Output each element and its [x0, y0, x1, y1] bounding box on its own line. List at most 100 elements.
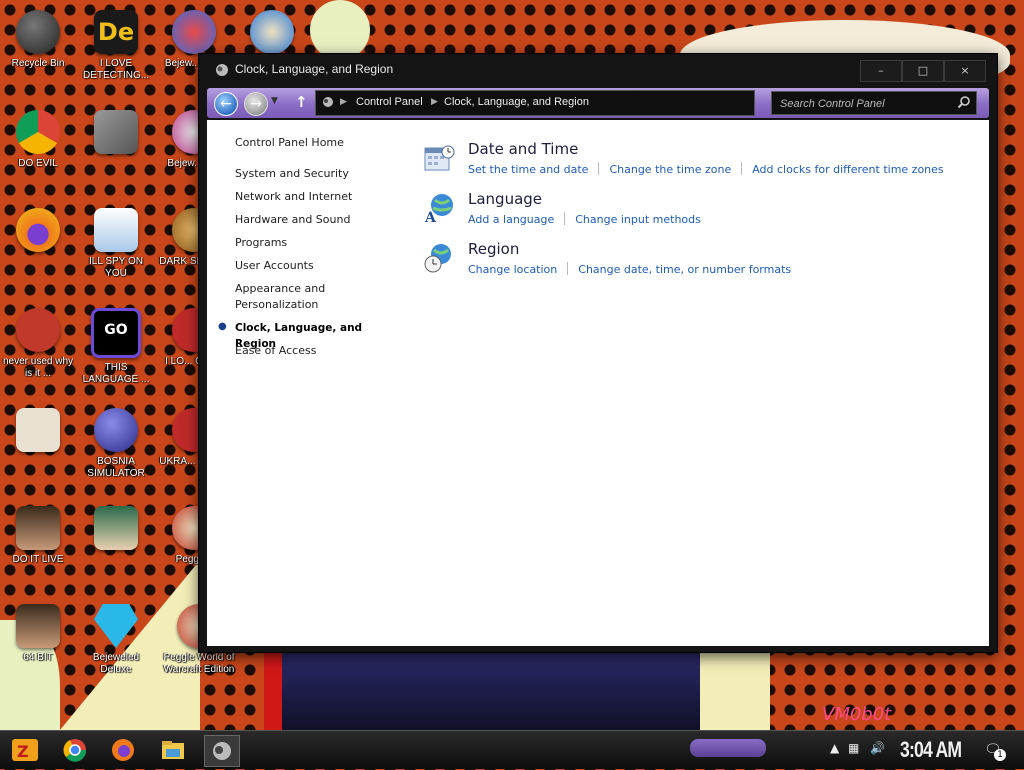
minimize-button[interactable]: –	[860, 60, 902, 82]
search-icon[interactable]	[957, 95, 971, 109]
diamond-icon	[94, 604, 138, 648]
link-change-input-methods[interactable]: Change input methods	[575, 213, 701, 226]
volume-icon[interactable]: 🔊	[870, 741, 885, 755]
close-button[interactable]: ×	[944, 60, 986, 82]
arrow-left-icon: ←	[220, 96, 232, 112]
taskbar-clock[interactable]: 3:04 AM	[900, 737, 962, 763]
region-links: Change location Change date, time, or num…	[468, 262, 791, 276]
sidebar-item-ease-of-access[interactable]: Ease of Access	[235, 343, 395, 359]
desktop-icon-bosnia[interactable]: BOSNIA SIMULATOR	[80, 402, 152, 482]
globe-clock-icon	[424, 244, 451, 273]
peggle-p-icon	[250, 10, 294, 54]
desktop-icon-label: DO IT LIVE	[12, 554, 64, 565]
title-bar[interactable]: Clock, Language, and Region – □ ×	[199, 54, 997, 86]
control-panel-icon	[216, 64, 228, 76]
desktop-icon-spy[interactable]: ILL SPY ON YOU	[80, 202, 152, 282]
desktop-icon-bejeweled-deluxe[interactable]: Bejeweled Deluxe	[80, 598, 152, 678]
desktop-icon-label: 64 BIT	[23, 652, 53, 663]
desktop-icon-label: BOSNIA SIMULATOR	[87, 456, 145, 479]
chevron-right-icon[interactable]: ▶	[431, 96, 438, 107]
wallpaper-red-band	[264, 652, 282, 730]
chevron-right-icon[interactable]: ▶	[340, 96, 347, 107]
wallpaper-cartoon-character	[310, 0, 370, 60]
link-add-language[interactable]: Add a language	[468, 213, 554, 226]
link-set-time-and-date[interactable]: Set the time and date	[468, 163, 588, 176]
sidebar-control-panel-home[interactable]: Control Panel Home	[235, 136, 344, 149]
up-button[interactable]: ↑	[295, 93, 308, 111]
app-de-icon: De	[94, 10, 138, 54]
notification-count-badge: 1	[994, 749, 1006, 761]
address-bar[interactable]: ▶ Control Panel ▶ Clock, Language, and R…	[315, 90, 755, 116]
desktop-icon-label: THIS LANGUAGE ...	[82, 362, 150, 385]
search-input[interactable]	[778, 95, 952, 113]
content-area: Control Panel Home System and Security N…	[207, 120, 989, 646]
back-button[interactable]: ←	[214, 92, 238, 116]
recycle-bin-icon	[16, 10, 60, 54]
maximize-button[interactable]: □	[902, 60, 944, 82]
desktop-icon-elves[interactable]	[80, 500, 152, 580]
link-divider	[741, 162, 743, 175]
search-box[interactable]	[771, 91, 977, 115]
taskbar-firefox-icon[interactable]	[106, 735, 140, 765]
breadcrumb-control-panel[interactable]: Control Panel	[356, 96, 423, 108]
forward-button[interactable]: →	[244, 92, 268, 116]
desktop-icon-devcpp[interactable]: never used why is it ...	[2, 302, 74, 382]
link-divider	[598, 162, 600, 175]
current-page-bullet: ●	[218, 321, 227, 332]
spiked-ball-icon	[94, 408, 138, 452]
desktop-icon-detecting[interactable]: De I LOVE DETECTING...	[80, 4, 152, 84]
date-and-time-heading[interactable]: Date and Time	[468, 140, 578, 158]
taskbar-control-panel-button[interactable]	[204, 735, 240, 767]
sidebar-item-system-security[interactable]: System and Security	[235, 166, 395, 182]
desktop-icon-windows-stack[interactable]	[80, 104, 152, 184]
portrait-icon	[16, 604, 60, 648]
desktop-icon-do-it-live[interactable]: DO IT LIVE	[2, 500, 74, 580]
desktop-icon-hxd[interactable]	[2, 402, 74, 482]
desktop-icon-label: I LOVE DETECTING...	[82, 58, 150, 81]
remote-desktop-icon	[94, 208, 138, 252]
link-change-location[interactable]: Change location	[468, 263, 557, 276]
region-heading[interactable]: Region	[468, 240, 519, 258]
portrait-icon	[16, 506, 60, 550]
desktop-icon-64-bit[interactable]: 64 BIT	[2, 598, 74, 678]
bejeweled-2-icon	[172, 10, 216, 54]
control-panel-icon	[323, 97, 333, 107]
desktop-icon-label: Bejeweled Deluxe	[92, 652, 140, 675]
taskbar-decoration	[690, 739, 766, 757]
wallpaper-scene-panel	[280, 652, 700, 730]
globe-language-icon: A	[424, 194, 453, 224]
desktop-icon-chrome[interactable]: DO EVIL	[2, 104, 74, 184]
chrome-icon	[16, 110, 60, 154]
link-change-time-zone[interactable]: Change the time zone	[609, 163, 731, 176]
window-stack-icon	[94, 110, 138, 154]
taskbar-file-explorer-icon[interactable]	[156, 735, 190, 765]
sidebar-item-user-accounts[interactable]: User Accounts	[235, 258, 395, 274]
show-hidden-icons-button[interactable]: ▲	[830, 741, 839, 755]
desktop-icon-goland[interactable]: GO THIS LANGUAGE ...	[80, 302, 152, 385]
desktop-icon-firefox[interactable]	[2, 202, 74, 282]
link-divider	[567, 262, 569, 275]
sidebar-item-appearance[interactable]: Appearance and Personalization	[235, 281, 335, 313]
breadcrumb-clock-language-region[interactable]: Clock, Language, and Region	[444, 96, 589, 108]
desktop-icon-label: Peggle World of Warcraft Edition	[163, 652, 235, 675]
date-and-time-links: Set the time and date Change the time zon…	[468, 162, 944, 176]
sidebar-item-programs[interactable]: Programs	[235, 235, 395, 251]
language-links: Add a language Change input methods	[468, 212, 701, 226]
window-title: Clock, Language, and Region	[235, 62, 394, 76]
address-divider	[755, 90, 769, 114]
svg-text:A: A	[424, 210, 437, 224]
sidebar-item-network-internet[interactable]: Network and Internet	[235, 189, 395, 205]
desktop-icon-label: never used why is it ...	[2, 356, 74, 379]
action-center-button[interactable]: 🗨 1	[984, 739, 1006, 761]
wallpaper-yellow-stripe	[700, 652, 770, 730]
link-change-formats[interactable]: Change date, time, or number formats	[578, 263, 791, 276]
language-heading[interactable]: Language	[468, 190, 542, 208]
calendar-clock-icon	[424, 145, 455, 171]
recent-pages-dropdown[interactable]: ▼	[271, 96, 278, 106]
taskbar-chrome-icon[interactable]	[58, 735, 92, 765]
start-button[interactable]: Z	[10, 735, 42, 765]
desktop-icon-recycle-bin[interactable]: Recycle Bin	[2, 4, 74, 84]
link-add-clocks[interactable]: Add clocks for different time zones	[752, 163, 943, 176]
network-icon[interactable]: ▦	[848, 741, 859, 755]
sidebar-item-hardware-sound[interactable]: Hardware and Sound	[235, 212, 395, 228]
